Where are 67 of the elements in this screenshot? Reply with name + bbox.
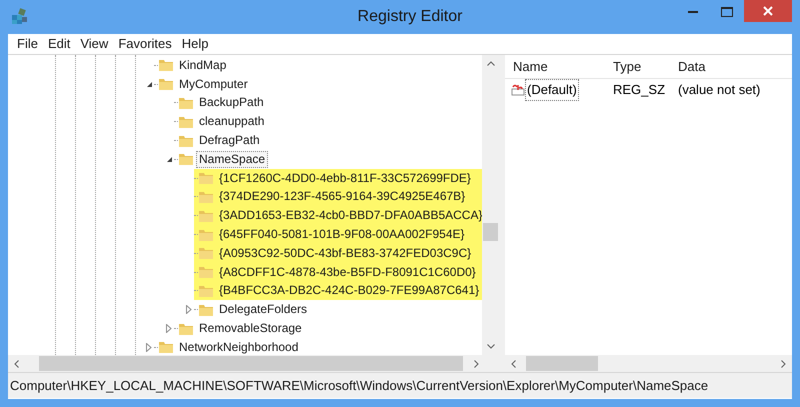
folder-icon: [178, 134, 194, 148]
folder-icon: [158, 340, 174, 354]
scrollbar-thumb[interactable]: [483, 223, 498, 241]
folder-icon: [178, 322, 194, 336]
scrollbar-thumb[interactable]: [526, 356, 598, 371]
tree-item[interactable]: NameSpace: [196, 150, 268, 168]
menu-item[interactable]: Favorites: [113, 34, 177, 54]
string-value-icon: [511, 84, 525, 96]
folder-icon: [198, 246, 214, 260]
folder-icon: [158, 58, 174, 72]
folder-icon: [178, 114, 194, 129]
tree-item[interactable]: RemovableStorage: [196, 320, 305, 338]
tree-item[interactable]: NetworkNeighborhood: [176, 338, 302, 355]
folder-icon: [198, 265, 214, 280]
menu-item[interactable]: Edit: [42, 34, 76, 54]
collapsed-arrow-icon[interactable]: [146, 342, 152, 352]
tree-item[interactable]: cleanuppath: [196, 113, 268, 130]
scroll-left-icon: [14, 360, 19, 368]
folder-icon: [158, 77, 174, 92]
expanded-arrow-icon[interactable]: [146, 80, 152, 88]
tree-item[interactable]: KindMap: [176, 56, 230, 74]
minimize-icon: [688, 11, 698, 13]
value-name[interactable]: (Default): [525, 79, 579, 101]
close-button[interactable]: [744, 0, 792, 22]
window-title: Registry Editor: [356, 7, 462, 27]
folder-icon: [198, 208, 214, 223]
menu-item[interactable]: View: [75, 34, 114, 54]
tree-item[interactable]: {1CF1260C-4DD0-4ebb-811F-33C572699FDE}: [216, 170, 474, 187]
scroll-up-icon: [486, 61, 494, 66]
tree-item[interactable]: DelegateFolders: [216, 301, 310, 318]
tree-item[interactable]: BackupPath: [196, 94, 267, 112]
collapsed-arrow-icon[interactable]: [166, 324, 172, 334]
folder-icon: [178, 96, 194, 110]
maximize-icon: [721, 7, 733, 17]
column-header[interactable]: Type: [613, 58, 642, 74]
tree-item[interactable]: {A0953C92-50DC-43bf-BE83-3742FED03C9C}: [216, 244, 474, 262]
status-bar-path: Computer\HKEY_LOCAL_MACHINE\SOFTWARE\Microsoft\Windows\CurrentVersion\Explorer\MyComputer\NameSpace: [10, 376, 708, 395]
folder-icon: [198, 228, 214, 242]
tree-item[interactable]: {B4BFCC3A-DB2C-424C-B029-7FE99A87C641}: [216, 282, 482, 300]
value-data: (value not set): [678, 82, 760, 98]
value-type: REG_SZ: [613, 82, 666, 98]
column-header[interactable]: Name: [513, 58, 548, 74]
tree-item[interactable]: {374DE290-123F-4565-9164-39C4925E467B}: [216, 188, 468, 206]
tree-item[interactable]: DefragPath: [196, 132, 263, 150]
scroll-right-icon: [781, 360, 786, 368]
scroll-left-icon: [511, 360, 516, 368]
close-icon: [763, 6, 773, 16]
tree-item[interactable]: MyComputer: [176, 76, 251, 93]
horizontal-scrollbar[interactable]: [505, 355, 792, 372]
tree-item[interactable]: {3ADD1653-EB32-4cb0-BBD7-DFA0ABB5ACCA}: [216, 207, 482, 224]
column-header[interactable]: Data: [678, 58, 706, 74]
expanded-arrow-icon[interactable]: [166, 156, 172, 163]
folder-icon: [198, 190, 214, 204]
scroll-down-icon: [486, 344, 494, 349]
folder-icon: [198, 284, 214, 298]
horizontal-scrollbar[interactable]: [8, 355, 499, 372]
menu-item[interactable]: File: [12, 34, 43, 54]
registry-app-icon: [11, 7, 29, 25]
tree-item[interactable]: {A8CDFF1C-4878-43be-B5FD-F8091C1C60D0}: [216, 264, 479, 281]
folder-icon: [198, 171, 214, 186]
folder-icon: [178, 152, 194, 166]
tree-item[interactable]: {645FF040-5081-101B-9F08-00AA002F954E}: [216, 226, 468, 244]
scroll-right-icon: [474, 360, 479, 368]
collapsed-arrow-icon[interactable]: [186, 305, 192, 314]
folder-icon: [198, 302, 214, 317]
menu-item[interactable]: Help: [176, 34, 214, 54]
scrollbar-thumb[interactable]: [39, 356, 463, 371]
